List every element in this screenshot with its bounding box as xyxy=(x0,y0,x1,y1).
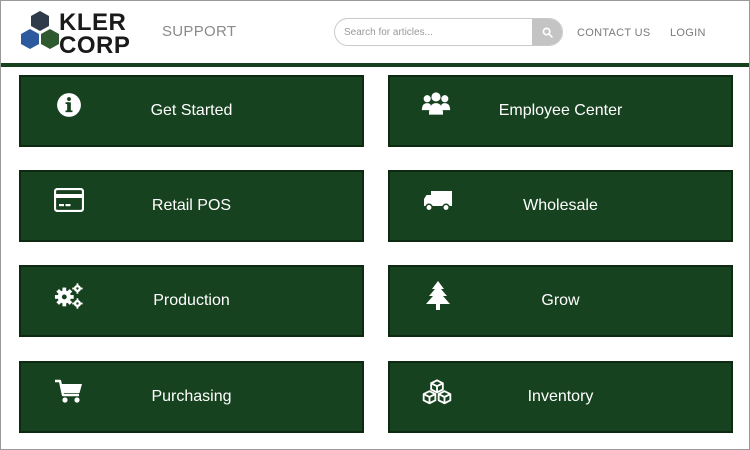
tile-grow[interactable]: Grow xyxy=(388,265,733,337)
tile-label: Purchasing xyxy=(151,388,232,405)
tile-employee-center[interactable]: Employee Center xyxy=(388,75,733,147)
tile-label: Production xyxy=(153,292,230,309)
tile-wholesale[interactable]: Wholesale xyxy=(388,170,733,242)
tile-label: Employee Center xyxy=(498,102,623,119)
search-input[interactable] xyxy=(335,19,534,45)
search-box xyxy=(334,18,563,46)
header-divider xyxy=(1,63,749,67)
tile-purchasing[interactable]: Purchasing xyxy=(19,361,364,433)
tile-label: Inventory xyxy=(527,388,594,405)
tile-label: Get Started xyxy=(150,102,233,119)
site-header: KLER CORP SUPPORT CONTACT US LOGIN xyxy=(1,1,749,63)
search-icon xyxy=(542,27,553,38)
login-link[interactable]: LOGIN xyxy=(670,27,706,39)
support-link[interactable]: SUPPORT xyxy=(162,23,236,40)
contact-us-link[interactable]: CONTACT US xyxy=(577,27,651,39)
tile-get-started[interactable]: Get Started xyxy=(19,75,364,147)
tile-production[interactable]: Production xyxy=(19,265,364,337)
logo-text-corp: CORP xyxy=(59,32,131,59)
tile-label: Wholesale xyxy=(523,197,598,214)
tile-retail-pos[interactable]: Retail POS xyxy=(19,170,364,242)
tile-inventory[interactable]: Inventory xyxy=(388,361,733,433)
tile-label: Retail POS xyxy=(151,197,232,214)
tile-label: Grow xyxy=(541,292,580,309)
page-frame: KLER CORP SUPPORT CONTACT US LOGIN xyxy=(0,0,750,450)
logo-hexagons-icon xyxy=(21,11,59,49)
search-button[interactable] xyxy=(532,19,562,45)
brand-logo[interactable]: KLER CORP xyxy=(18,9,130,59)
